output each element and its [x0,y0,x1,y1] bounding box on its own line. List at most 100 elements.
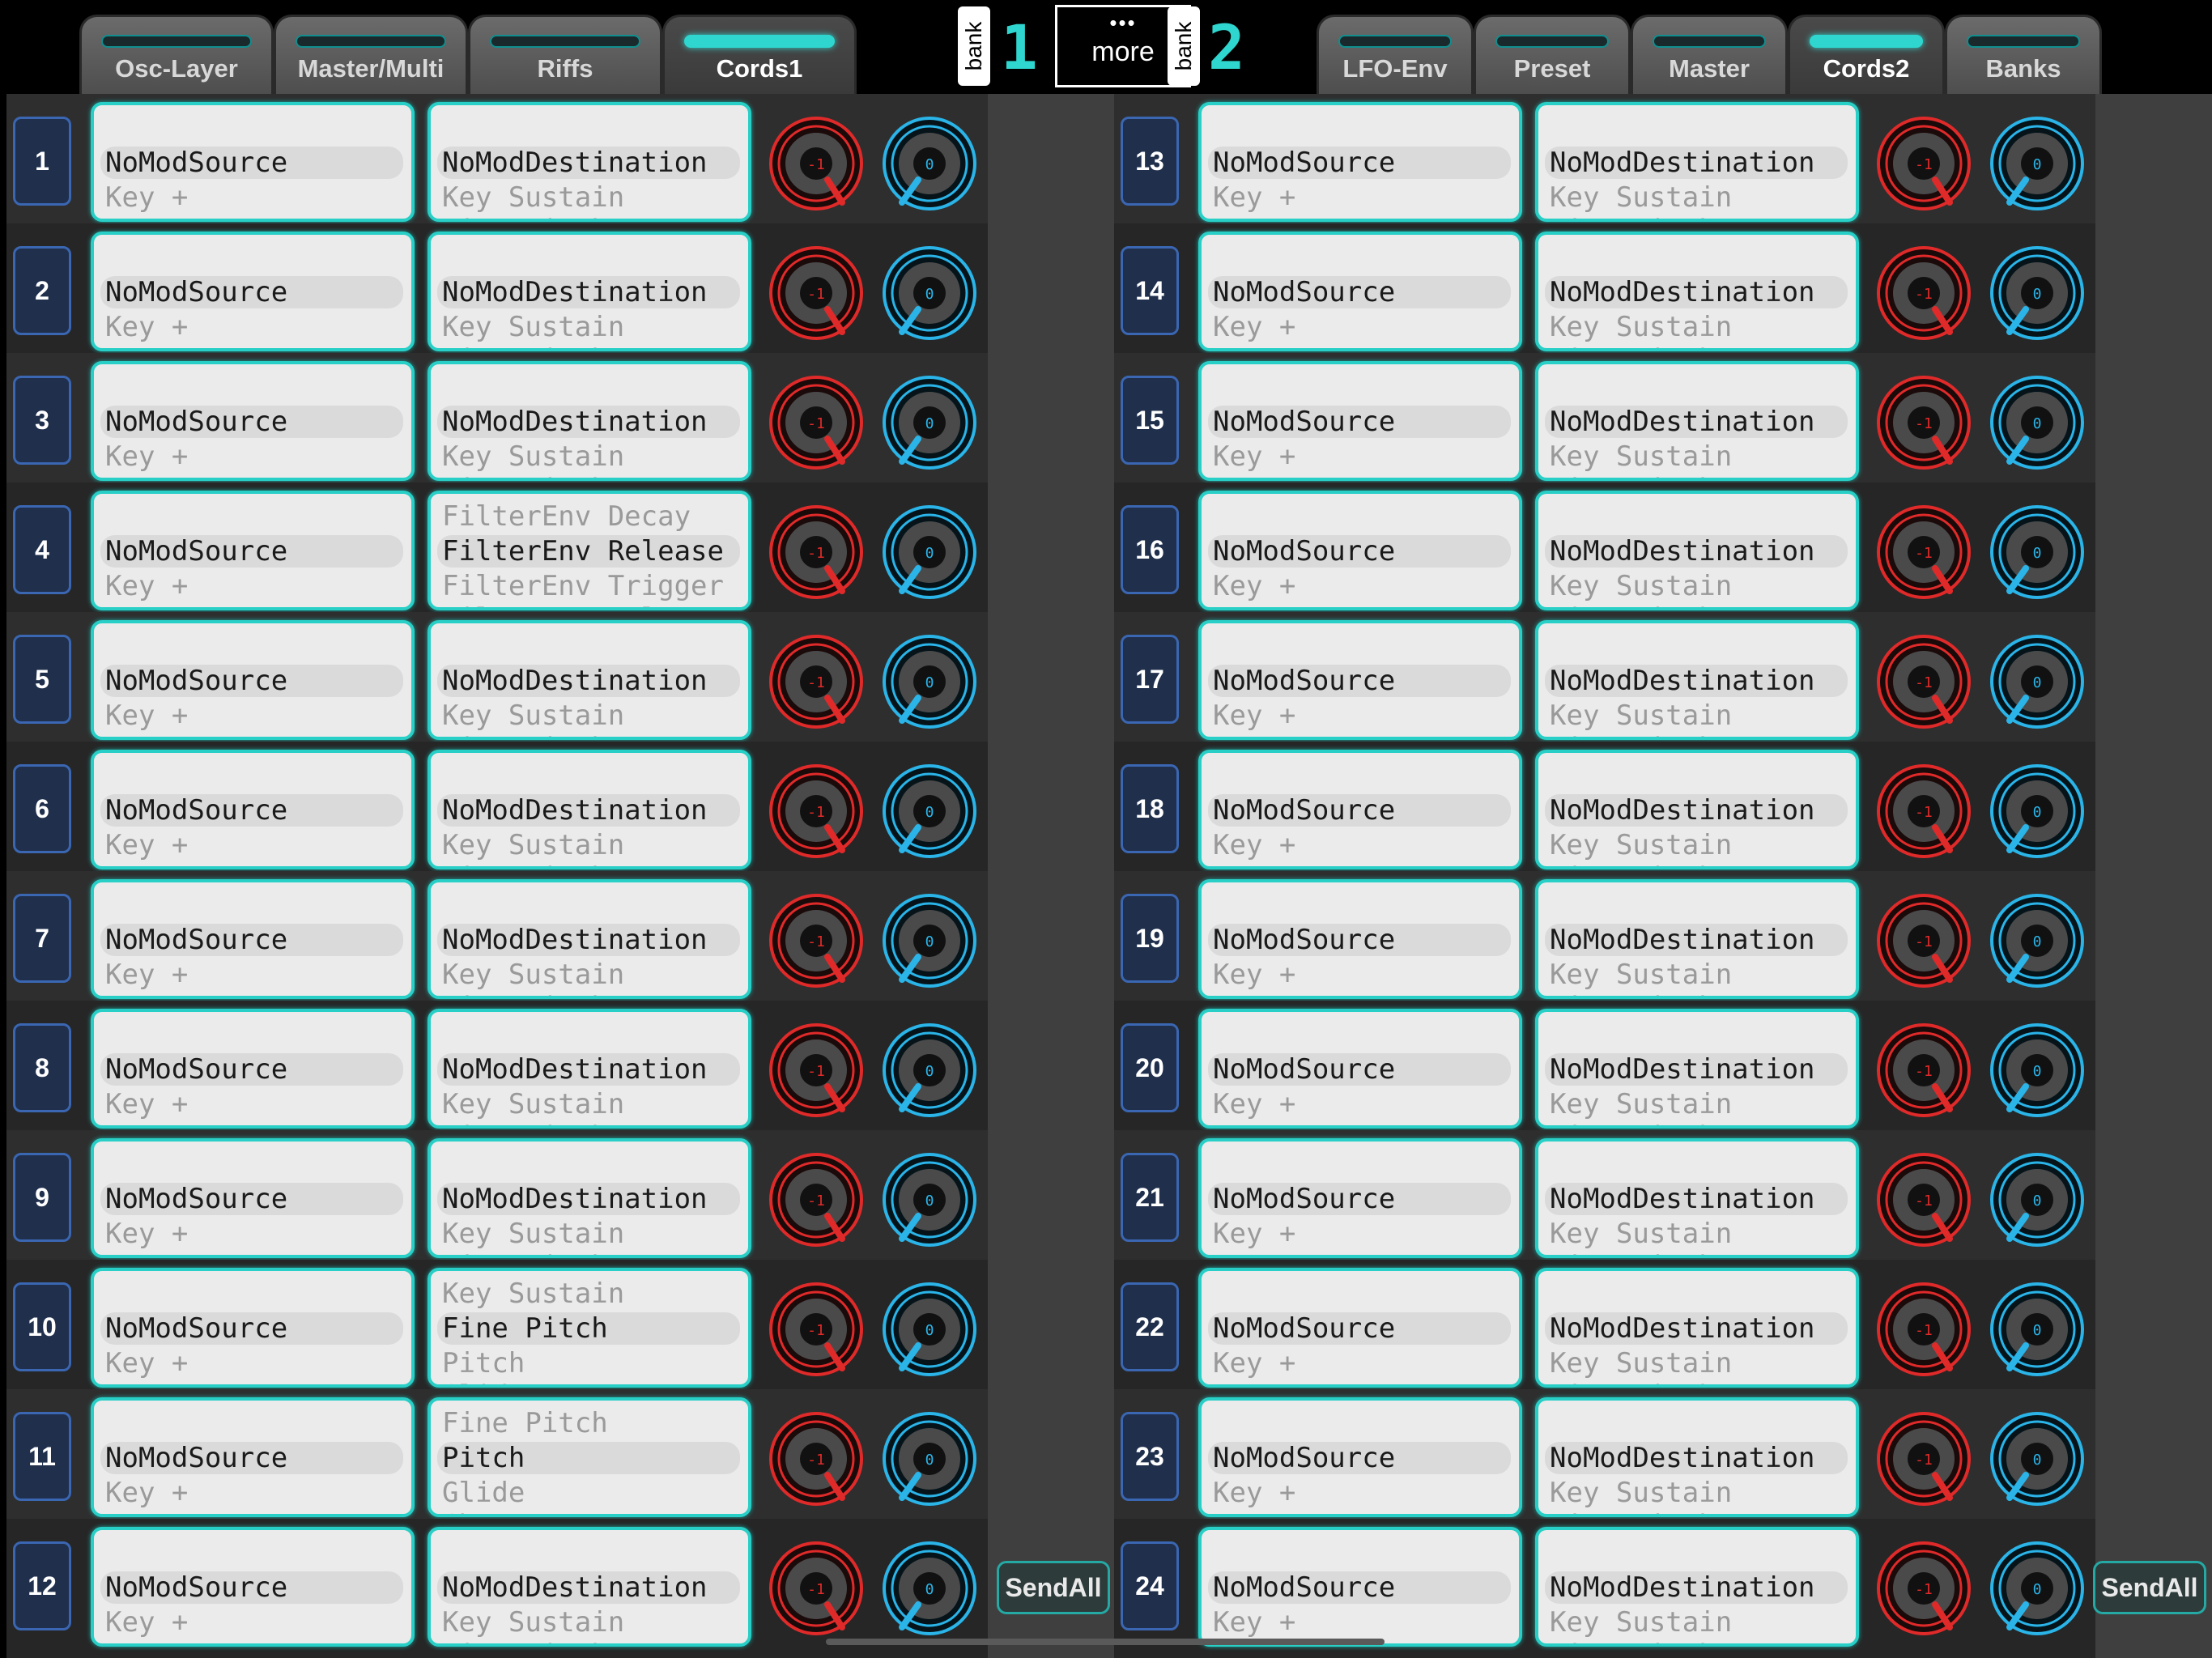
cord-number-button[interactable]: 9 [13,1153,71,1242]
mod-destination-picker[interactable]: NoModDestination Key Sustain Fine Pitch [428,750,751,869]
amount-knob-blue[interactable]: 0 [881,892,978,989]
mod-destination-picker[interactable]: NoModDestination Key Sustain Fine Pitch [428,620,751,740]
mod-source-picker[interactable]: NoModSource Key + [1198,620,1522,740]
mod-source-picker[interactable]: NoModSource Key + [1198,1138,1522,1258]
mod-source-picker[interactable]: NoModSource Key + [91,750,415,869]
cord-number-button[interactable]: 21 [1121,1153,1179,1242]
amount-knob-blue[interactable]: 0 [1989,1540,2086,1637]
tab-cords2[interactable]: Cords2 [1788,15,1945,94]
amount-knob-blue[interactable]: 0 [881,1151,978,1248]
mod-source-picker[interactable]: NoModSource Key + [91,620,415,740]
tab-osc-layer[interactable]: Osc-Layer [79,15,274,94]
mod-source-picker[interactable]: NoModSource Key + [91,1527,415,1647]
cord-number-button[interactable]: 23 [1121,1412,1179,1501]
mod-destination-picker[interactable]: NoModDestination Key Sustain Fine Pitch [428,1138,751,1258]
cord-number-button[interactable]: 11 [13,1412,71,1501]
amount-knob-red[interactable]: -1 [1875,1410,1972,1507]
mod-source-picker[interactable]: NoModSource Key + [1198,750,1522,869]
amount-knob-red[interactable]: -1 [768,1022,865,1119]
amount-knob-red[interactable]: -1 [1875,1022,1972,1119]
cord-number-button[interactable]: 17 [1121,635,1179,724]
send-all-button-right[interactable]: SendAll [2093,1561,2206,1614]
mod-source-picker[interactable]: NoModSource Key + [1198,491,1522,610]
cord-number-button[interactable]: 20 [1121,1023,1179,1112]
amount-knob-red[interactable]: -1 [768,892,865,989]
amount-knob-blue[interactable]: 0 [881,1410,978,1507]
cord-number-button[interactable]: 4 [13,505,71,594]
bank-2-button[interactable]: bank [1168,6,1200,86]
cord-number-button[interactable]: 3 [13,376,71,465]
amount-knob-red[interactable]: -1 [768,504,865,601]
mod-destination-picker[interactable]: NoModDestination Key Sustain Fine Pitch [1535,1268,1859,1388]
mod-source-picker[interactable]: NoModSource Key + [91,361,415,481]
cord-number-button[interactable]: 12 [13,1541,71,1630]
mod-source-picker[interactable]: NoModSource Key + [1198,1268,1522,1388]
mod-destination-picker[interactable]: NoModDestination Key Sustain Fine Pitch [1535,1397,1859,1517]
cord-number-button[interactable]: 19 [1121,894,1179,983]
amount-knob-red[interactable]: -1 [768,115,865,212]
amount-knob-blue[interactable]: 0 [881,374,978,471]
mod-destination-picker[interactable]: NoModDestination Key Sustain Fine Pitch [1535,102,1859,222]
mod-source-picker[interactable]: NoModSource Key + [1198,1527,1522,1647]
amount-knob-red[interactable]: -1 [768,1151,865,1248]
mod-source-picker[interactable]: NoModSource Key + [91,102,415,222]
tab-riffs[interactable]: Riffs [468,15,662,94]
amount-knob-blue[interactable]: 0 [1989,1151,2086,1248]
cord-number-button[interactable]: 24 [1121,1541,1179,1630]
mod-source-picker[interactable]: NoModSource Key + [91,879,415,999]
amount-knob-blue[interactable]: 0 [1989,504,2086,601]
amount-knob-red[interactable]: -1 [768,763,865,860]
mod-destination-picker[interactable]: NoModDestination Key Sustain Fine Pitch [428,102,751,222]
amount-knob-red[interactable]: -1 [768,1281,865,1378]
cord-number-button[interactable]: 7 [13,894,71,983]
mod-destination-picker[interactable]: Fine Pitch Pitch Glide Chorus [428,1397,751,1517]
mod-destination-picker[interactable]: NoModDestination Key Sustain Fine Pitch [1535,491,1859,610]
mod-destination-picker[interactable]: Key Sustain Fine Pitch Pitch Glide [428,1268,751,1388]
mod-source-picker[interactable]: NoModSource Key + [1198,879,1522,999]
amount-knob-red[interactable]: -1 [1875,633,1972,730]
amount-knob-red[interactable]: -1 [1875,1281,1972,1378]
tab-cords1[interactable]: Cords1 [662,15,857,94]
amount-knob-blue[interactable]: 0 [881,504,978,601]
amount-knob-red[interactable]: -1 [768,244,865,342]
amount-knob-blue[interactable]: 0 [881,1022,978,1119]
mod-destination-picker[interactable]: NoModDestination Key Sustain Fine Pitch [1535,232,1859,351]
amount-knob-blue[interactable]: 0 [881,1540,978,1637]
amount-knob-blue[interactable]: 0 [881,115,978,212]
bank-1-button[interactable]: bank [958,6,990,86]
amount-knob-blue[interactable]: 0 [1989,1410,2086,1507]
cord-number-button[interactable]: 1 [13,117,71,206]
mod-destination-picker[interactable]: NoModDestination Key Sustain Fine Pitch [1535,1138,1859,1258]
scrollbar[interactable] [826,1639,1385,1645]
tab-master-multi[interactable]: Master/Multi [274,15,468,94]
cord-number-button[interactable]: 10 [13,1282,71,1371]
amount-knob-red[interactable]: -1 [1875,115,1972,212]
mod-source-picker[interactable]: NoModSource Key + [1198,1397,1522,1517]
amount-knob-blue[interactable]: 0 [1989,633,2086,730]
amount-knob-red[interactable]: -1 [1875,892,1972,989]
mod-source-picker[interactable]: NoModSource Key + [91,232,415,351]
mod-source-picker[interactable]: NoModSource Key + [91,1009,415,1129]
amount-knob-blue[interactable]: 0 [1989,892,2086,989]
mod-source-picker[interactable]: NoModSource Key + [91,1397,415,1517]
cord-number-button[interactable]: 5 [13,635,71,724]
tab-preset[interactable]: Preset [1474,15,1631,94]
amount-knob-blue[interactable]: 0 [1989,763,2086,860]
amount-knob-blue[interactable]: 0 [1989,115,2086,212]
amount-knob-red[interactable]: -1 [768,374,865,471]
cord-number-button[interactable]: 2 [13,246,71,335]
mod-source-picker[interactable]: NoModSource Key + [1198,232,1522,351]
amount-knob-blue[interactable]: 0 [1989,374,2086,471]
mod-destination-picker[interactable]: NoModDestination Key Sustain Fine Pitch [428,1009,751,1129]
mod-source-picker[interactable]: NoModSource Key + [1198,102,1522,222]
cord-number-button[interactable]: 6 [13,764,71,853]
mod-destination-picker[interactable]: NoModDestination Key Sustain Fine Pitch [428,361,751,481]
cord-number-button[interactable]: 16 [1121,505,1179,594]
amount-knob-blue[interactable]: 0 [1989,244,2086,342]
mod-source-picker[interactable]: NoModSource Key + [91,491,415,610]
send-all-button-left[interactable]: SendAll [997,1561,1110,1614]
mod-destination-picker[interactable]: NoModDestination Key Sustain Fine Pitch [1535,750,1859,869]
amount-knob-blue[interactable]: 0 [1989,1281,2086,1378]
cord-number-button[interactable]: 13 [1121,117,1179,206]
mod-destination-picker[interactable]: NoModDestination Key Sustain Fine Pitch [1535,879,1859,999]
